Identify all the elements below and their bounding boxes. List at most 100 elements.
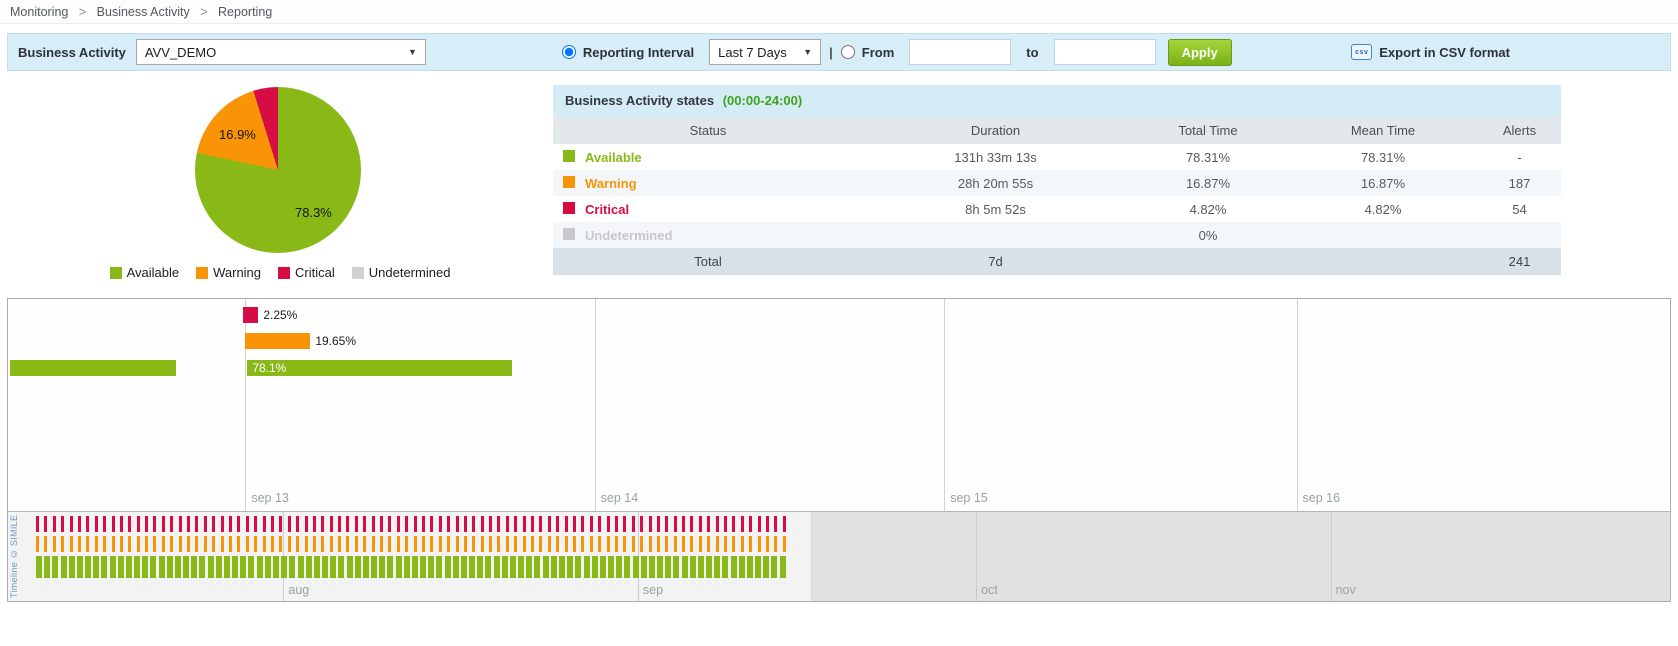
tick [145,516,148,532]
tick [128,536,131,552]
tick [649,516,652,532]
tick [732,536,735,552]
tick [380,516,383,532]
tick [722,556,728,578]
tick [464,516,467,532]
tick [170,516,173,532]
tick [447,536,450,552]
tick [195,516,198,532]
warning-swatch [196,267,208,279]
tick [539,516,542,532]
tick [162,536,165,552]
export-csv-link[interactable]: csv Export in CSV format [1351,44,1510,60]
tick [682,516,685,532]
tick [707,516,710,532]
timeline-panel: sep 13sep 14sep 15sep 162.25%19.65%78.1%… [7,298,1671,602]
tick [347,556,353,578]
tick [494,556,500,578]
tick [590,516,593,532]
total-time-cell: 78.31% [1128,144,1288,170]
timeline-overview[interactable]: Timeline © SIMILE augsepoctnov [8,512,1670,601]
tick [633,556,639,578]
legend-label: Warning [213,265,261,280]
table-row-undetermined: Undetermined 0% [553,222,1561,248]
reporting-interval-radio[interactable] [562,45,576,59]
tick [271,516,274,532]
business-activity-select[interactable]: AVV_DEMO ▼ [136,39,426,65]
breadcrumb-separator: > [200,5,207,19]
tick [758,516,761,532]
tick [526,556,532,578]
from-date-input[interactable] [909,39,1011,65]
available-swatch [110,267,122,279]
total-time-cell: 16.87% [1128,170,1288,196]
tick [690,556,696,578]
tick [208,556,214,578]
tick [590,536,593,552]
breadcrumb: Monitoring > Business Activity > Reporti… [0,0,1678,24]
tick [439,536,442,552]
tick [212,536,215,552]
alerts-cell: 187 [1478,170,1561,196]
tick [95,516,98,532]
tick [690,536,693,552]
column-header-alerts: Alerts [1478,117,1561,144]
tick [741,536,744,552]
tick [514,536,517,552]
tick [531,516,534,532]
tick [298,556,304,578]
tick [195,536,198,552]
apply-button[interactable]: Apply [1168,39,1232,66]
table-row-total: Total 7d 241 [553,248,1561,275]
tick [372,516,375,532]
reporting-interval-selected-value: Last 7 Days [718,45,787,60]
tick [397,516,400,532]
total-mean-time-cell [1288,248,1478,275]
total-duration-cell: 7d [863,248,1128,275]
critical-swatch [278,267,290,279]
custom-range-radio[interactable] [841,45,855,59]
tick [502,556,508,578]
tick [379,556,385,578]
tick [237,536,240,552]
timeline-main[interactable]: sep 13sep 14sep 15sep 162.25%19.65%78.1% [8,299,1670,512]
tick [592,556,598,578]
critical-ticks [36,516,786,532]
timeline-date-label: sep 13 [251,491,289,505]
tick [330,556,336,578]
tick [774,536,777,552]
tick [657,556,663,578]
reporting-interval-select[interactable]: Last 7 Days ▼ [709,39,821,65]
tick [428,556,434,578]
tick [118,556,124,578]
critical-bar-label: 2.25% [263,308,297,322]
breadcrumb-business-activity[interactable]: Business Activity [97,5,190,19]
tick [61,556,67,578]
tick [551,556,557,578]
mean-time-cell: 78.31% [1288,144,1478,170]
tick [179,516,182,532]
tick [137,516,140,532]
tick [485,556,491,578]
tick [497,536,500,552]
tick [598,516,601,532]
tick [167,556,173,578]
duration-cell: 8h 5m 52s [863,196,1128,222]
toolbar: Business Activity AVV_DEMO ▼ Reporting I… [7,33,1671,71]
breadcrumb-monitoring[interactable]: Monitoring [10,5,68,19]
tick [305,536,308,552]
legend-item-available: Available [110,265,180,280]
tick [472,516,475,532]
tick [212,516,215,532]
tick [199,556,205,578]
tick [716,536,719,552]
tick [338,536,341,552]
tick [224,556,230,578]
tick [150,556,156,578]
duration-cell: 131h 33m 13s [863,144,1128,170]
warning-ticks [36,536,786,552]
states-table-title: Business Activity states (00:00-24:00) [553,85,1561,117]
tick [95,536,98,552]
column-header-duration: Duration [863,117,1128,144]
to-date-input[interactable] [1054,39,1156,65]
